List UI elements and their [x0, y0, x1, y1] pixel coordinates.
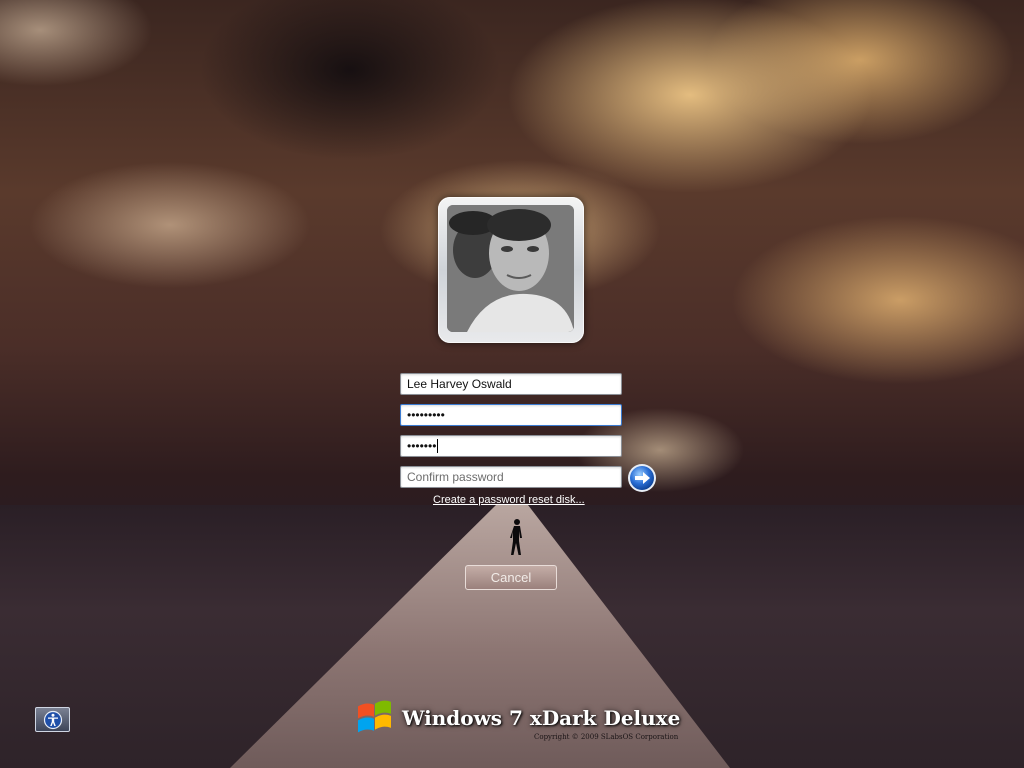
walking-figure — [510, 519, 522, 555]
password-reset-link[interactable]: Create a password reset disk... — [433, 494, 585, 506]
username-value: Lee Harvey Oswald — [407, 377, 512, 391]
cancel-button[interactable]: Cancel — [465, 565, 557, 590]
arrow-right-circle-icon[interactable] — [627, 463, 657, 493]
brand-name: Windows 7 xDark Deluxe — [402, 706, 681, 730]
user-tile — [438, 197, 584, 343]
current-password-mask: ••••••••• — [407, 408, 445, 422]
username-field[interactable]: Lee Harvey Oswald — [400, 373, 622, 395]
ease-of-access-icon — [43, 710, 62, 729]
new-password-field[interactable]: ••••••• — [400, 435, 622, 457]
confirm-password-field[interactable]: Confirm password — [400, 466, 622, 488]
user-picture — [447, 205, 574, 332]
logon-screen: Lee Harvey Oswald ••••••••• ••••••• Conf… — [0, 0, 1024, 768]
windows-flag-logo — [358, 700, 391, 733]
current-password-field[interactable]: ••••••••• — [400, 404, 622, 426]
confirm-password-placeholder: Confirm password — [407, 470, 504, 484]
branding: Windows 7 xDark Deluxe Copyright © 2009 … — [352, 697, 692, 747]
copyright-text: Copyright © 2009 SLabsOS Corporation — [534, 733, 679, 741]
ease-of-access-button[interactable] — [35, 707, 70, 732]
text-caret — [437, 439, 439, 453]
new-password-mask: ••••••• — [407, 439, 437, 453]
